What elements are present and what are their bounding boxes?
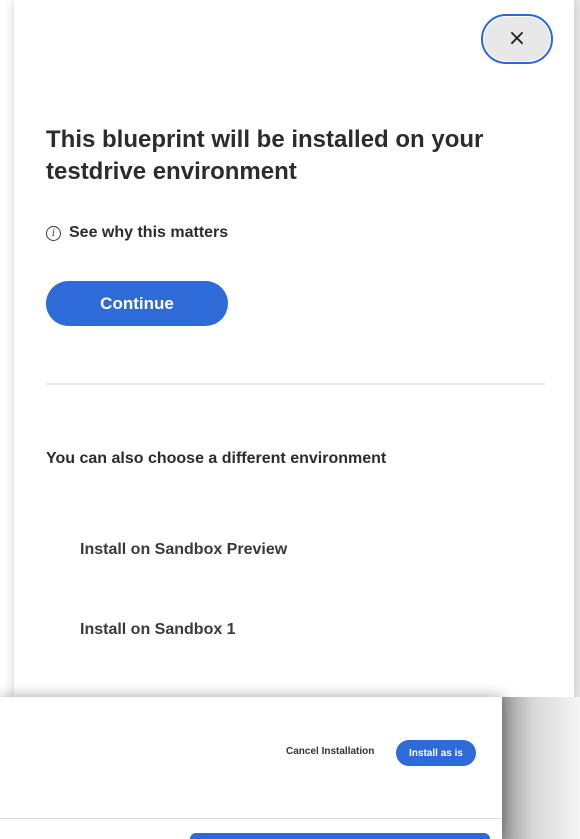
close-icon: × — [507, 26, 527, 51]
cancel-installation-button[interactable]: Cancel Installation — [286, 746, 374, 757]
continue-button[interactable]: Continue — [46, 281, 228, 326]
see-why-link[interactable]: i See why this matters — [46, 224, 228, 242]
alt-environment-heading: You can also choose a different environm… — [46, 450, 387, 467]
close-button[interactable]: × — [481, 14, 553, 64]
modal-title: This blueprint will be installed on your… — [46, 126, 484, 185]
install-modal: × This blueprint will be installed on yo… — [14, 0, 574, 700]
see-why-label: See why this matters — [69, 224, 229, 241]
env-option-sandbox-1[interactable]: Install on Sandbox 1 — [80, 621, 236, 639]
info-icon: i — [46, 225, 61, 241]
install-as-is-button[interactable]: Install as is — [396, 740, 476, 766]
divider — [46, 383, 545, 385]
lower-dialog-primary-edge — [190, 833, 490, 839]
lower-dialog-divider — [0, 818, 502, 819]
lower-dialog-shadow — [502, 697, 580, 839]
env-option-sandbox-preview[interactable]: Install on Sandbox Preview — [80, 541, 287, 559]
